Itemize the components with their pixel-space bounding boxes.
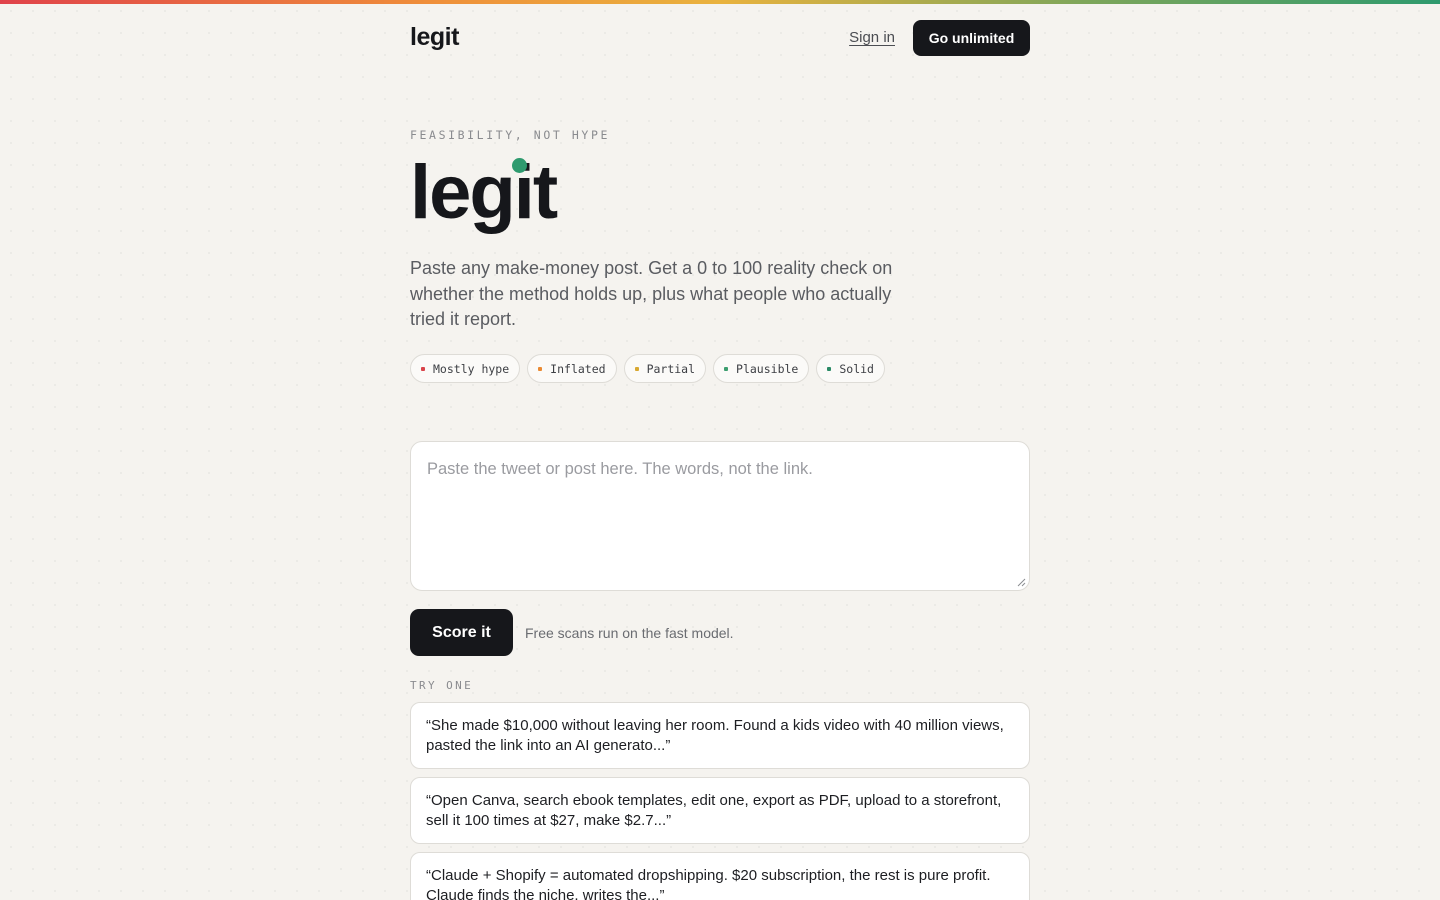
example-list: “She made $10,000 without leaving her ro… xyxy=(410,702,1030,900)
hero-eyebrow: FEASIBILITY, NOT HYPE xyxy=(410,128,610,142)
model-note: Free scans run on the fast model. xyxy=(525,625,734,641)
scale-chip: Solid xyxy=(816,354,885,383)
example-item[interactable]: “Claude + Shopify = automated dropshippi… xyxy=(410,852,1030,900)
try-one-label: TRY ONE xyxy=(410,679,474,692)
scale-chip: Inflated xyxy=(527,354,617,383)
logo[interactable]: legit xyxy=(410,22,459,52)
score-scale-legend: Mostly hype Inflated Partial Plausible Solid xyxy=(410,354,885,383)
post-input-container xyxy=(410,441,1030,591)
go-unlimited-button[interactable]: Go unlimited xyxy=(913,20,1030,56)
sign-in-link[interactable]: Sign in xyxy=(849,29,895,46)
scale-chip-label: Solid xyxy=(839,361,874,376)
post-textarea[interactable] xyxy=(411,442,1029,590)
accent-dot-icon xyxy=(512,158,527,173)
scale-chip: Mostly hype xyxy=(410,354,521,383)
scale-chip-label: Mostly hype xyxy=(433,361,510,376)
score-it-button[interactable]: Score it xyxy=(410,609,513,656)
scale-chip-label: Plausible xyxy=(736,361,799,376)
hero-description: Paste any make-money post. Get a 0 to 10… xyxy=(410,258,893,329)
example-item[interactable]: “She made $10,000 without leaving her ro… xyxy=(410,702,1030,769)
scale-dot-icon xyxy=(421,366,425,371)
resize-handle-icon[interactable] xyxy=(1017,578,1026,587)
scale-dot-icon xyxy=(724,366,729,371)
scale-chip: Plausible xyxy=(713,354,810,383)
scale-dot-icon xyxy=(538,366,543,371)
scale-dot-icon xyxy=(634,366,639,371)
scale-dot-icon xyxy=(827,366,832,371)
scale-chip: Partial xyxy=(623,354,707,383)
main-column: legit Sign in Go unlimited FEASIBILITY, … xyxy=(410,0,1030,900)
scale-chip-label: Partial xyxy=(646,361,696,376)
example-item[interactable]: “Open Canva, search ebook templates, edi… xyxy=(410,777,1030,844)
scale-chip-label: Inflated xyxy=(550,361,606,376)
hero-wordmark: legit xyxy=(410,148,810,238)
site-header: legit Sign in Go unlimited xyxy=(410,20,1030,56)
page-title: legit xyxy=(410,150,558,235)
